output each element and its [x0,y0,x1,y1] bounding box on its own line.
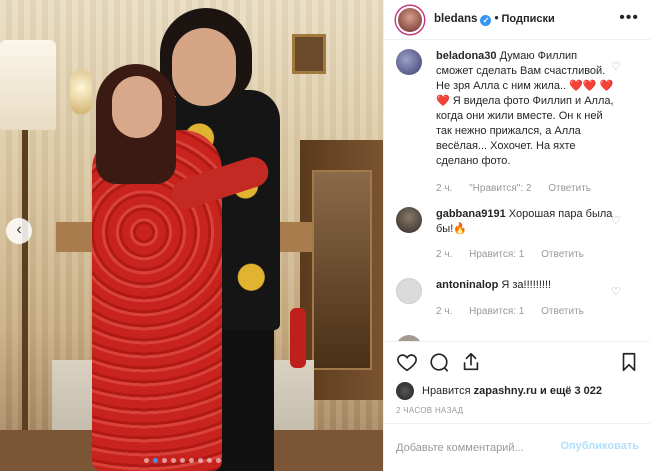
comment-content: Думаю Филлип сможет сделать Вам счастлив… [436,50,614,167]
comment-text: gabbana9191 Хорошая пара была бы!🔥 [436,207,616,237]
carousel-dot [189,458,194,463]
comment-time: 2 ч. [436,183,453,194]
heart-icon[interactable]: ♡ [611,286,623,298]
carousel-dot [144,458,149,463]
comment-icon[interactable] [428,351,450,373]
comment-time: 2 ч. [436,306,453,317]
reply-button[interactable]: Ответить [541,306,584,317]
list-item: antoninalop Я за!!!!!!!!! ♡ 2 ч. Нравитс… [396,278,641,333]
publish-button[interactable]: Опубликовать [560,440,639,452]
comment-content: Я за!!!!!!!!! [501,279,552,291]
carousel-dot [207,458,212,463]
follow-button[interactable]: Подписки [502,13,555,25]
comment-username[interactable]: beladona30 [436,50,497,62]
comment-meta: 2 ч. Нравится: 1 Ответить [436,249,598,260]
avatar[interactable] [396,49,422,75]
comment-likes[interactable]: Нравится: 1 [469,249,524,260]
avatar[interactable] [396,382,414,400]
post-header: bledans ✓ • Подписки ••• [384,0,650,40]
avatar[interactable] [396,207,422,233]
carousel-prev-button[interactable]: ‹ [6,218,32,244]
post-sidebar: bledans ✓ • Подписки ••• beladona30 Думаю Ф… [383,0,650,471]
username-link[interactable]: bledans [434,13,477,25]
separator: • [494,13,499,25]
reply-button[interactable]: Ответить [541,249,584,260]
fire-extinguisher [290,308,306,368]
comments-list: beladona30 Думаю Филлип сможет сделать В… [384,41,650,341]
picture-frame [292,34,326,74]
comment-meta: 2 ч. "Нравится": 2 Ответить [436,183,605,194]
list-item: gabbana9191 Хорошая пара была бы!🔥 ♡ 2 ч… [396,207,641,267]
verified-badge-icon: ✓ [480,15,492,26]
comment-username[interactable]: gabbana9191 [436,208,506,220]
comment-username[interactable]: antoninalop [436,279,498,291]
reply-button[interactable]: Ответить [548,183,591,194]
add-comment-bar: Опубликовать [384,423,650,471]
carousel-dot [153,458,158,463]
likes-count[interactable]: и ещё 3 022 [540,385,602,397]
comment-likes[interactable]: Нравится: 1 [469,306,524,317]
avatar[interactable] [396,6,424,34]
post-photo[interactable]: ‹ [0,0,383,471]
carousel-dot [216,458,221,463]
woman-face [112,76,162,138]
lamp-shade [0,40,56,130]
post-author: bledans ✓ • Подписки [434,13,555,26]
carousel-dot [180,458,185,463]
likes-summary: Нравится zapashny.ru и ещё 3 022 [396,382,602,400]
comment-text: antoninalop Я за!!!!!!!!! [436,278,616,293]
comment-likes[interactable]: "Нравится": 2 [469,183,531,194]
carousel-dot [162,458,167,463]
carousel-indicator [144,458,221,463]
man-face [172,28,236,106]
comment-time: 2 ч. [436,249,453,260]
share-icon[interactable] [460,351,482,373]
carousel-dot [198,458,203,463]
action-bar [384,341,650,377]
heart-icon[interactable]: ♡ [611,215,623,227]
cabinet-glass [312,170,372,370]
heart-icon[interactable] [396,351,418,373]
comment-meta: 2 ч. Нравится: 1 Ответить [436,306,598,317]
carousel-dot [171,458,176,463]
more-options-icon[interactable]: ••• [619,9,639,27]
list-item: beladona30 Думаю Филлип сможет сделать В… [396,49,641,199]
post-timestamp: 2 ЧАСОВ НАЗАД [396,406,464,415]
avatar[interactable] [396,278,422,304]
bookmark-icon[interactable] [618,351,640,373]
comment-text: beladona30 Думаю Филлип сможет сделать В… [436,49,616,169]
likes-user-link[interactable]: zapashny.ru [474,385,537,397]
heart-icon[interactable]: ♡ [611,61,623,73]
wall-sconce [70,70,92,114]
likes-prefix: Нравится [422,385,471,397]
lamp-pole [22,130,28,450]
comment-input[interactable] [396,438,556,458]
